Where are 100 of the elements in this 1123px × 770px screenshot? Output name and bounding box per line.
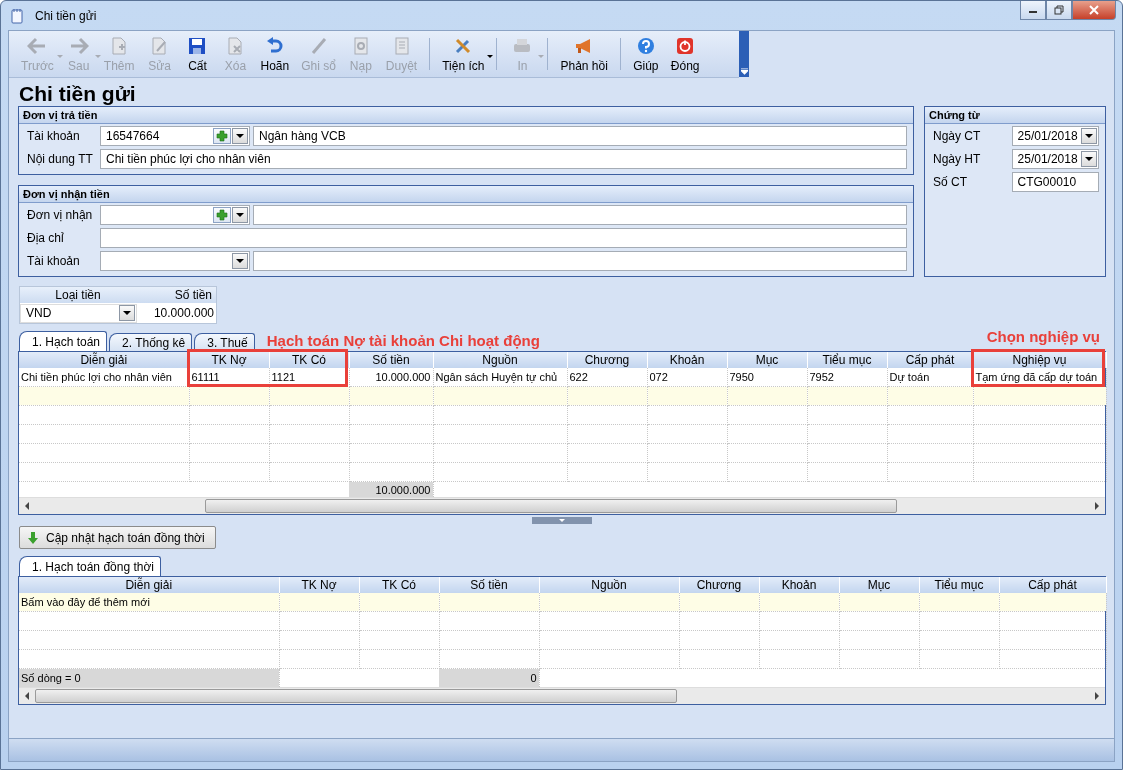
caret-icon [538, 54, 545, 58]
column-header: TK Có [269, 352, 349, 368]
page-heading: Chi tiền gửi [18, 81, 137, 106]
dropdown-button[interactable] [1081, 151, 1097, 167]
table-cell: 072 [647, 368, 727, 387]
toolbar-button[interactable]: Giúp [626, 33, 665, 75]
dropdown-button[interactable] [232, 207, 248, 223]
new-row-hint[interactable]: Bấm vào đây để thêm mới [19, 593, 279, 612]
add-button[interactable] [213, 207, 231, 223]
group-title: Đơn vị nhận tiền [19, 186, 913, 203]
payee-name-field[interactable] [253, 205, 907, 225]
column-header: Chương [567, 352, 647, 368]
column-header: Diễn giải [19, 352, 189, 368]
add-button[interactable] [213, 128, 231, 144]
caret-icon [558, 519, 565, 522]
column-header: Nguồn [433, 352, 567, 368]
dropdown-button[interactable] [119, 305, 135, 321]
column-header: Mục [727, 352, 807, 368]
field-label: Nội dung TT [27, 152, 94, 166]
caret-icon [94, 54, 101, 58]
caret-icon [123, 311, 131, 315]
toolbar-overflow-button[interactable] [739, 31, 749, 77]
column-header: Cấp phát [887, 352, 973, 368]
field-label: Ngày CT [933, 129, 982, 143]
caret-icon [236, 134, 244, 138]
minimize-button[interactable] [1020, 1, 1046, 20]
plus-icon [216, 130, 228, 142]
scroll-right-icon[interactable] [1095, 502, 1099, 510]
annotation-text: Hạch toán Nợ tài khoản Chi hoạt động [266, 332, 540, 349]
table-cell: 622 [567, 368, 647, 387]
bank-name-field[interactable]: Ngân hàng VCB [253, 126, 907, 146]
table-cell: 61111 [189, 368, 269, 387]
caret-icon [236, 259, 244, 263]
column-header: Số tiền [173, 288, 213, 302]
tab[interactable]: 1. Hạch toán [19, 331, 108, 351]
column-header: Diễn giải [19, 577, 279, 593]
dropdown-button[interactable] [232, 128, 248, 144]
voucher-number-field[interactable]: CTG00010 [1011, 172, 1099, 192]
splitter-handle[interactable] [531, 517, 592, 524]
down-arrow-icon [26, 530, 40, 545]
caret-icon [56, 54, 63, 58]
toolbar-button[interactable]: Đóng [664, 33, 706, 75]
caret-icon [740, 68, 748, 75]
left-arrow-icon [27, 35, 48, 56]
group-title: Chứng từ [925, 107, 1105, 124]
column-header: Tiểu mục [919, 577, 999, 593]
field-label: Địa chỉ [27, 231, 65, 245]
tab[interactable]: 2. Thống kê [109, 333, 193, 351]
horizontal-scrollbar[interactable] [19, 687, 1105, 704]
toolbar-button[interactable]: Cất [178, 33, 217, 75]
horizontal-scrollbar[interactable] [19, 497, 1105, 514]
column-header: TK Nợ [189, 352, 269, 368]
column-header: Nguồn [539, 577, 679, 593]
column-header: Cấp phát [999, 577, 1106, 593]
field-label: Số CT [933, 175, 968, 189]
close-button[interactable] [1072, 1, 1116, 20]
column-header: Loại tiền [54, 288, 102, 302]
update-button[interactable]: Cập nhật hạch toán đồng thời [19, 526, 216, 549]
tab[interactable]: 1. Hạch toán đồng thời [19, 556, 161, 576]
notepad-icon [9, 7, 25, 24]
table-cell: Ngân sách Huyện tự chủ [433, 368, 567, 387]
payment-content-field[interactable]: Chi tiền phúc lợi cho nhân viên [100, 149, 907, 169]
column-header: Tiểu mục [807, 352, 887, 368]
bank-name-field[interactable] [253, 251, 907, 271]
field-label: Đơn vị nhận [27, 208, 94, 222]
restore-button[interactable] [1046, 1, 1072, 20]
field-label: Ngày HT [933, 152, 982, 166]
scroll-left-icon[interactable] [25, 692, 29, 700]
help-icon [635, 35, 656, 56]
column-header: Mục [839, 577, 919, 593]
table-cell: 7952 [807, 368, 887, 387]
toolbar-button[interactable]: Hoãn [254, 33, 296, 75]
account-combo[interactable]: 16547664 [100, 126, 250, 146]
dropdown-button[interactable] [1081, 128, 1097, 144]
table-cell: 7950 [727, 368, 807, 387]
group-title: Đơn vị trả tiền [19, 107, 913, 124]
currency-combo[interactable]: VND [20, 303, 137, 323]
date-picker[interactable]: 25/01/2018 [1011, 126, 1099, 146]
toolbar-button[interactable]: Tiện ích [436, 33, 491, 75]
caret-icon [236, 213, 244, 217]
caret-icon [487, 54, 494, 58]
close-icon [1089, 5, 1099, 15]
scroll-left-icon[interactable] [25, 502, 29, 510]
annotation-text: Chọn nghiệp vụ [986, 328, 1100, 345]
caret-icon [1085, 134, 1093, 138]
caret-icon [1085, 157, 1093, 161]
scroll-right-icon[interactable] [1095, 692, 1099, 700]
column-header: Số tiền [439, 577, 539, 593]
restore-icon [1054, 5, 1064, 15]
table-cell: Dự toán [887, 368, 973, 387]
field-label: Tài khoản [27, 129, 81, 143]
date-picker[interactable]: 25/01/2018 [1011, 149, 1099, 169]
address-field[interactable] [100, 228, 907, 248]
power-icon [675, 35, 696, 56]
amount-value: 10.000.000 [152, 306, 215, 320]
dropdown-button[interactable] [232, 253, 248, 269]
column-header: Khoản [759, 577, 839, 593]
toolbar-button[interactable]: Phản hồi [554, 33, 614, 75]
column-header: Số tiền [349, 352, 433, 368]
field-label: Tài khoản [27, 254, 81, 268]
